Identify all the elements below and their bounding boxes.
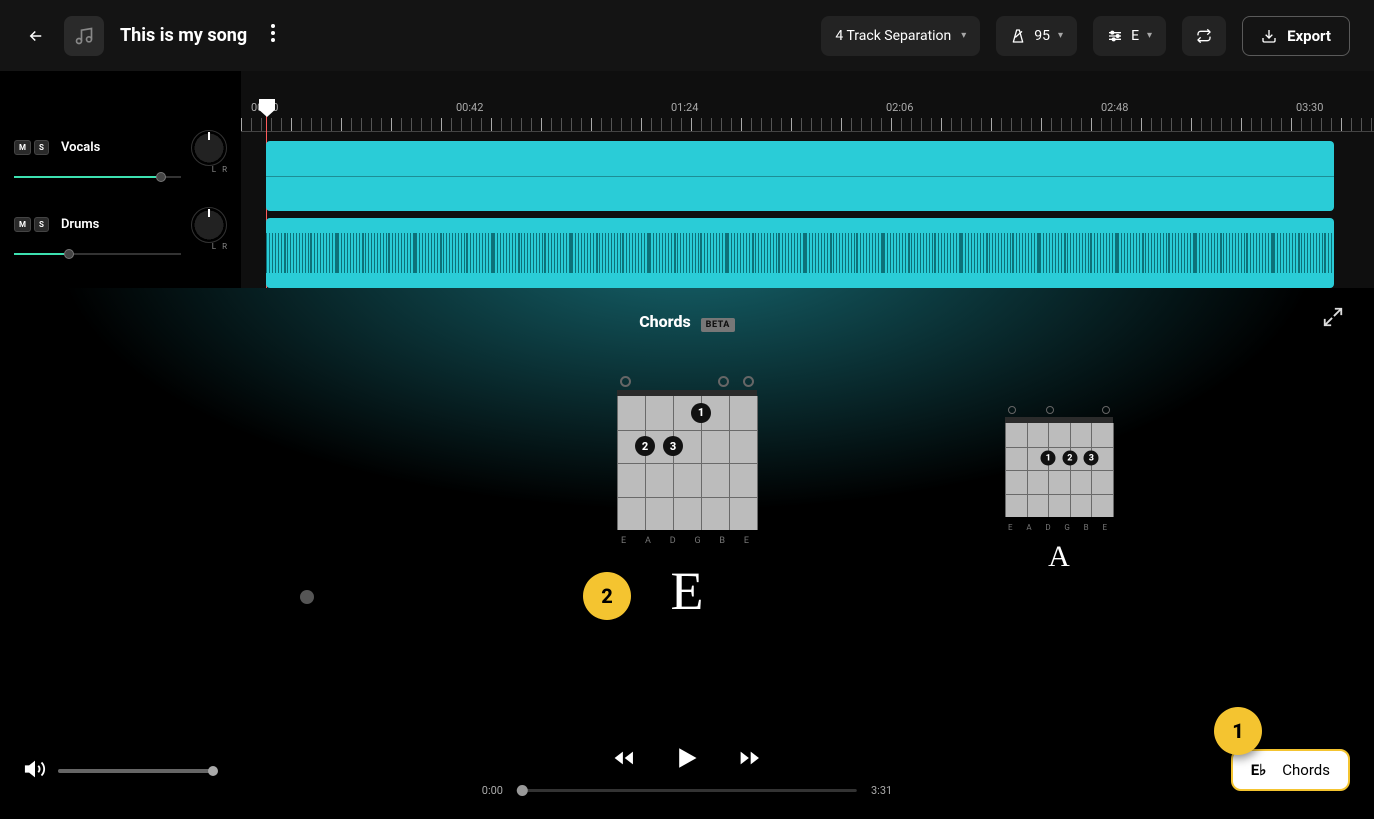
workspace: M S Vocals L R M S Drums L R xyxy=(0,71,1374,288)
master-volume-slider[interactable] xyxy=(58,769,213,773)
progress-slider[interactable] xyxy=(517,789,857,792)
finger-dot: 1 xyxy=(691,403,711,423)
track-side-panel: M S Vocals L R M S Drums L R xyxy=(0,71,241,288)
volume-icon[interactable] xyxy=(24,758,46,784)
chevron-down-icon: ▾ xyxy=(961,30,966,41)
chords-label: Chords xyxy=(1282,761,1330,779)
loop-icon xyxy=(1196,26,1212,46)
open-string-marker xyxy=(743,376,754,387)
key-value: E xyxy=(1131,28,1139,44)
top-bar: This is my song 4 Track Separation ▾ 95 … xyxy=(0,0,1374,71)
separation-label: 4 Track Separation xyxy=(835,28,951,44)
track-name: Vocals xyxy=(61,140,183,155)
open-string-marker xyxy=(1008,406,1016,414)
rewind-button[interactable] xyxy=(610,747,638,773)
vocals-clip[interactable] xyxy=(266,141,1334,211)
pan-lr: L R xyxy=(212,165,227,174)
current-chord: 1 2 3 EADGBE E xyxy=(617,376,757,622)
mute-button[interactable]: M xyxy=(14,140,31,155)
pan-lr: L R xyxy=(212,242,227,251)
time-current: 0:00 xyxy=(482,784,503,797)
string-labels: EADGBE xyxy=(617,536,757,546)
mute-button[interactable]: M xyxy=(14,217,31,232)
past-chord-marker xyxy=(300,590,314,604)
ruler-label: 03:30 xyxy=(1296,101,1323,114)
key-select[interactable]: E ▾ xyxy=(1093,16,1166,56)
volume-slider[interactable] xyxy=(14,170,181,184)
tune-icon xyxy=(1107,28,1123,44)
track-name: Drums xyxy=(61,217,183,232)
metronome-icon xyxy=(1010,28,1026,44)
playhead-handle[interactable] xyxy=(259,99,275,117)
open-string-marker xyxy=(620,376,631,387)
loop-button[interactable] xyxy=(1182,16,1226,56)
finger-dot: 2 xyxy=(1062,451,1077,466)
volume-slider[interactable] xyxy=(14,247,181,261)
download-icon xyxy=(1261,28,1277,44)
track-row-vocals: M S Vocals L R xyxy=(0,109,241,186)
ruler-label: 02:48 xyxy=(1101,101,1128,114)
player-bar: 0:00 3:31 E♭ Chords 1 xyxy=(0,722,1374,819)
open-string-marker xyxy=(1046,406,1054,414)
tempo-value: 95 xyxy=(1034,28,1050,44)
export-label: Export xyxy=(1287,27,1331,45)
string-labels: EADGBE xyxy=(1005,523,1113,532)
play-button[interactable] xyxy=(674,744,700,776)
timeline-area[interactable]: 00:00 00:42 01:24 02:06 02:48 03:30 xyxy=(241,71,1374,288)
chords-title: Chords xyxy=(639,312,691,331)
song-art-icon xyxy=(64,16,104,56)
timeline-ruler[interactable]: 00:00 00:42 01:24 02:06 02:48 03:30 xyxy=(241,71,1374,99)
help-callout-1: 1 xyxy=(1214,707,1262,755)
chords-panel: Chords BETA 1 2 3 EADGBE E xyxy=(0,288,1374,722)
chord-diagram: 1 2 3 xyxy=(617,390,757,530)
solo-button[interactable]: S xyxy=(34,217,49,232)
chord-diagram: 1 2 3 xyxy=(1005,417,1113,517)
chord-name: E xyxy=(617,560,757,622)
ruler-label: 00:42 xyxy=(456,101,483,114)
drums-clip[interactable] xyxy=(266,218,1334,288)
lyrics-label: E♭ xyxy=(1251,761,1267,779)
ruler-label: 02:06 xyxy=(886,101,913,114)
chevron-down-icon: ▾ xyxy=(1147,30,1152,41)
chords-header: Chords BETA xyxy=(0,288,1374,331)
song-title: This is my song xyxy=(120,25,247,46)
track-row-drums: M S Drums L R xyxy=(0,186,241,263)
help-callout-2: 2 xyxy=(583,572,631,620)
chevron-down-icon: ▾ xyxy=(1058,30,1063,41)
back-button[interactable] xyxy=(24,24,48,48)
finger-dot: 1 xyxy=(1041,451,1056,466)
finger-dot: 3 xyxy=(663,436,683,456)
next-chord: 1 2 3 EADGBE A xyxy=(1005,406,1113,574)
tempo-select[interactable]: 95 ▾ xyxy=(996,16,1077,56)
chord-name: A xyxy=(1005,540,1113,574)
song-menu-button[interactable] xyxy=(263,24,283,47)
expand-button[interactable] xyxy=(1322,306,1344,332)
pan-dial[interactable] xyxy=(191,207,227,243)
beta-badge: BETA xyxy=(701,318,735,332)
time-total: 3:31 xyxy=(871,784,892,797)
finger-dot: 2 xyxy=(635,436,655,456)
ruler-label: 01:24 xyxy=(671,101,698,114)
finger-dot: 3 xyxy=(1084,451,1099,466)
ruler-ticks xyxy=(241,118,1374,132)
pan-dial[interactable] xyxy=(191,130,227,166)
open-string-marker xyxy=(718,376,729,387)
chords-lyrics-toggle[interactable]: E♭ Chords xyxy=(1231,749,1350,791)
separation-select[interactable]: 4 Track Separation ▾ xyxy=(821,16,980,56)
transport: 0:00 3:31 xyxy=(482,744,892,797)
forward-button[interactable] xyxy=(736,747,764,773)
solo-button[interactable]: S xyxy=(34,140,49,155)
export-button[interactable]: Export xyxy=(1242,16,1350,56)
open-string-marker xyxy=(1102,406,1110,414)
